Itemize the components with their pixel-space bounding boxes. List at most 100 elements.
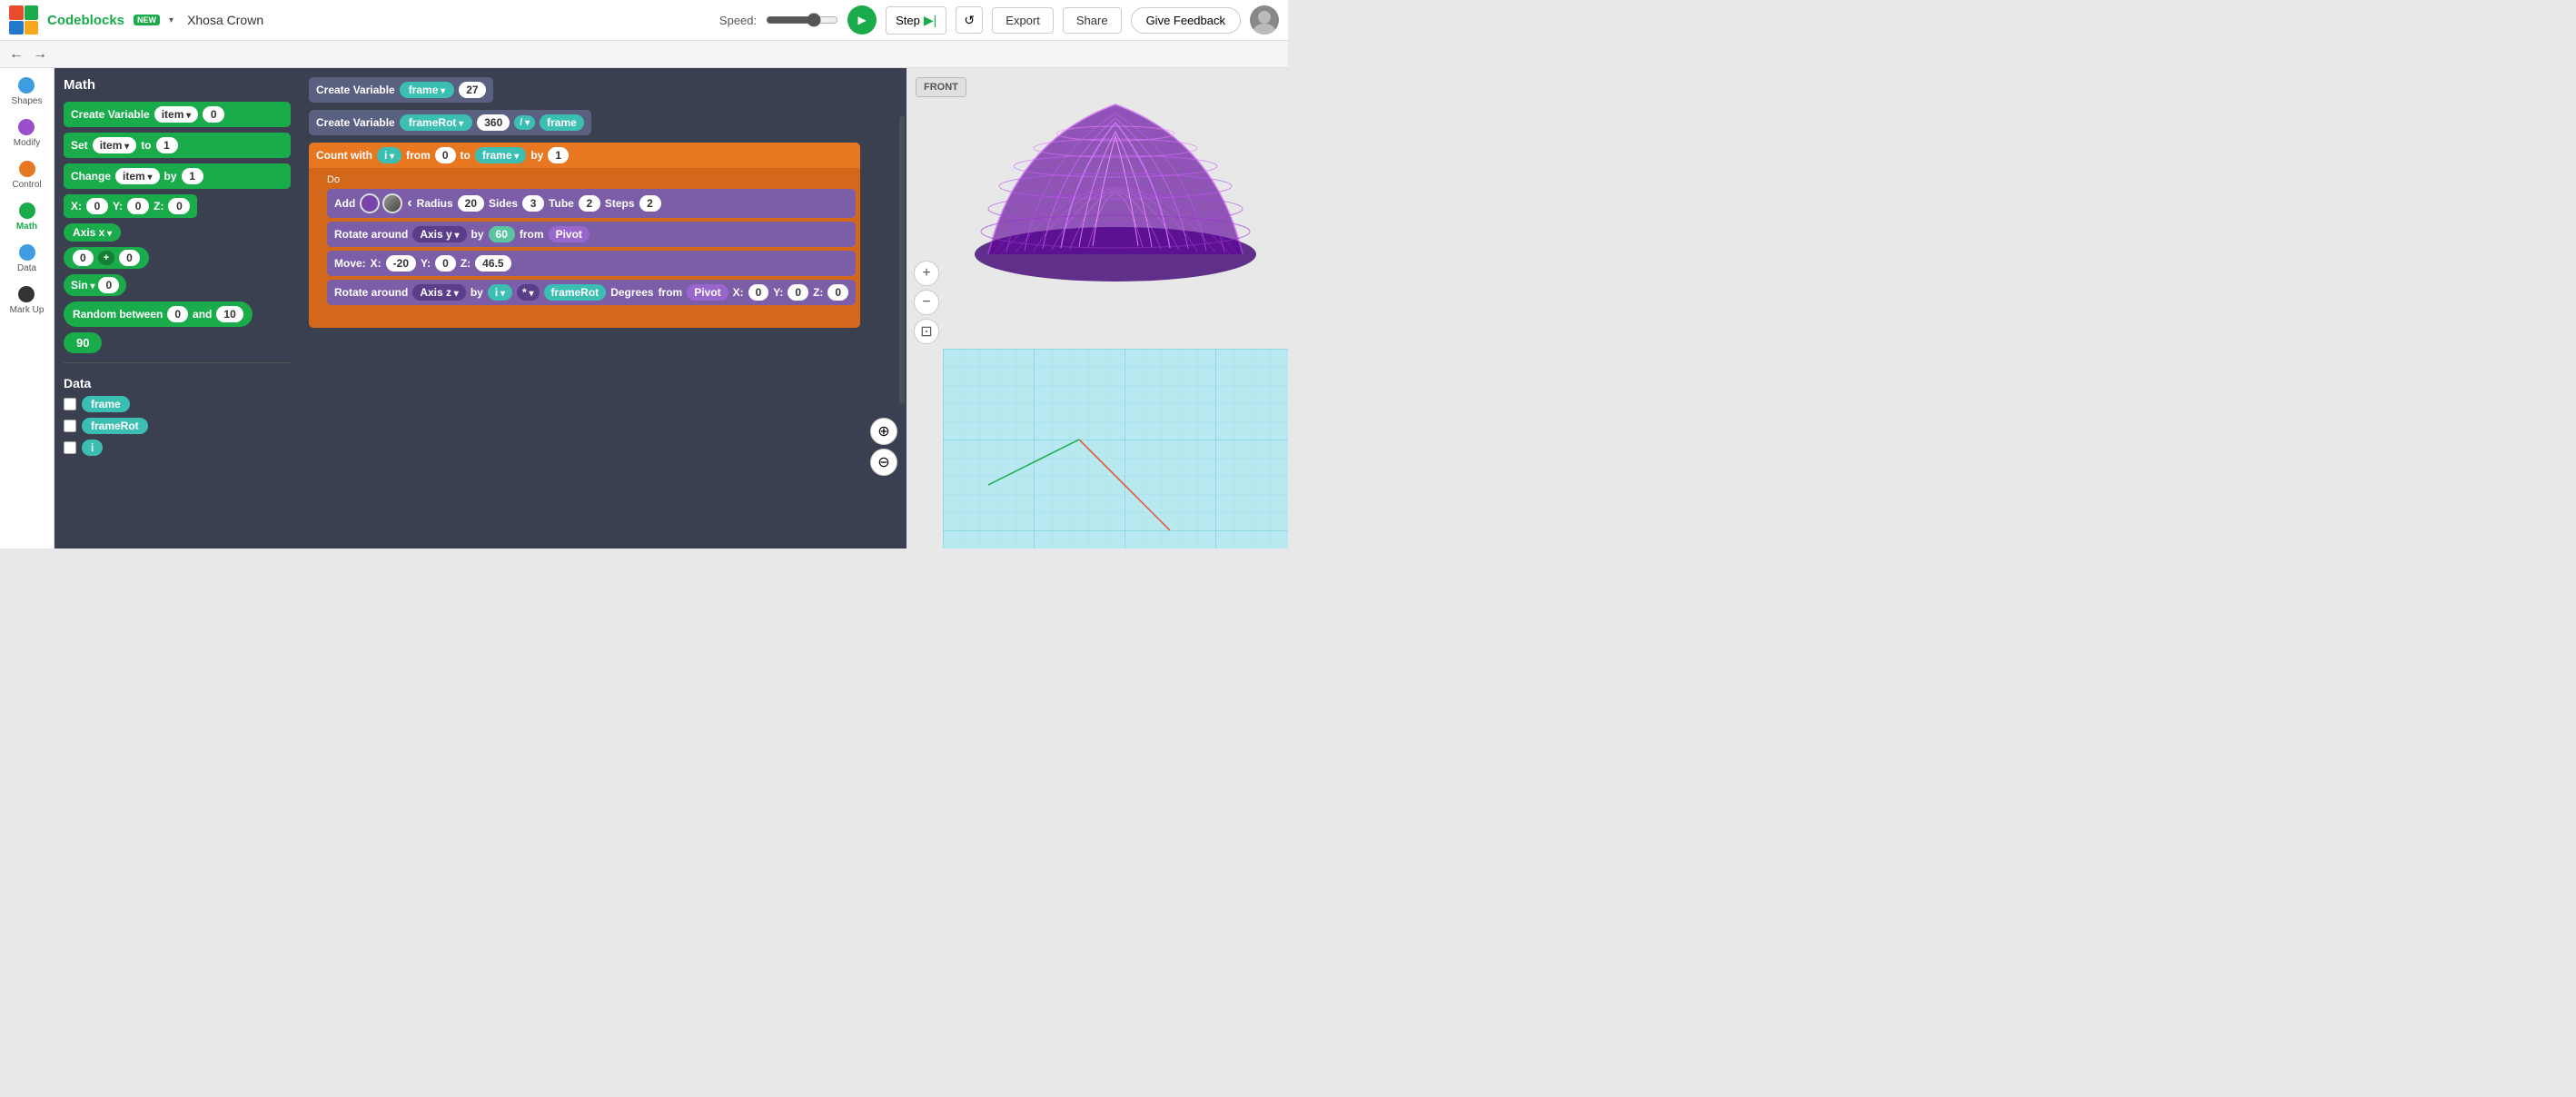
forward-button[interactable]: →	[33, 46, 47, 63]
play-button[interactable]: ▶	[847, 5, 877, 35]
cv-div-op[interactable]: /	[514, 115, 535, 130]
rotate2-pivot[interactable]: Pivot	[687, 284, 728, 301]
cv-framerot-name[interactable]: frameRot	[400, 114, 473, 131]
rotate2-framerot[interactable]: frameRot	[544, 284, 607, 301]
value-90[interactable]: 90	[64, 332, 102, 353]
count-to-var[interactable]: frame	[475, 147, 527, 163]
count-from: from	[406, 149, 431, 162]
random-block[interactable]: Random between 0 and 10	[64, 301, 253, 327]
canvas-rotate-z[interactable]: Rotate around Axis z by i * frameRot Deg…	[327, 280, 856, 305]
step-button[interactable]: Step ▶|	[886, 6, 946, 35]
random-min[interactable]: 0	[167, 306, 188, 322]
change-label: Change	[71, 170, 111, 183]
shapes-dot	[18, 77, 35, 94]
radius-label: Radius	[417, 197, 453, 210]
frame-checkbox[interactable]	[64, 398, 76, 410]
canvas-cv-framerot[interactable]: Create Variable frameRot 360 / frame	[309, 110, 591, 135]
create-variable-block[interactable]: Create Variable item 0	[64, 102, 291, 127]
xyz-x-val[interactable]: 0	[86, 198, 108, 214]
move-x-label: X:	[371, 257, 381, 270]
code-canvas[interactable]: Create Variable frame 27 Create Variable…	[300, 68, 907, 548]
view3d-zoom-out[interactable]: −	[914, 290, 939, 315]
canvas-add[interactable]: Add ‹ Radius 20 Sides 3 Tube 2 Steps 2	[327, 189, 856, 218]
cv-frame-var[interactable]: frame	[540, 114, 584, 131]
radius-val[interactable]: 20	[458, 195, 484, 212]
canvas-rotate-y[interactable]: Rotate around Axis y by 60 from Pivot	[327, 222, 856, 247]
sides-val[interactable]: 3	[522, 195, 544, 212]
sidebar-item-modify[interactable]: Modify	[14, 119, 40, 148]
framerot-checkbox[interactable]	[64, 420, 76, 432]
set-block[interactable]: Set item to 1	[64, 133, 291, 158]
create-variable-value[interactable]: 0	[203, 106, 224, 123]
set-name[interactable]: item	[93, 137, 137, 153]
sidebar-item-control[interactable]: Control	[12, 161, 41, 190]
count-from-val[interactable]: 0	[435, 147, 456, 163]
cv-360[interactable]: 360	[477, 114, 510, 131]
change-block[interactable]: Change item by 1	[64, 163, 291, 189]
sidebar-item-markup[interactable]: Mark Up	[10, 286, 45, 315]
rotate-axis-y[interactable]: Axis y	[412, 226, 466, 242]
data-section-title: Data	[64, 376, 291, 390]
rotate2-axis-z[interactable]: Axis z	[412, 284, 466, 301]
reset-button[interactable]: ↺	[956, 6, 983, 34]
sin-block[interactable]: Sin 0	[64, 274, 126, 296]
xyz-y-val[interactable]: 0	[127, 198, 149, 214]
random-max[interactable]: 10	[216, 306, 243, 322]
xyz-z-val[interactable]: 0	[168, 198, 190, 214]
rotate-label: Rotate around	[334, 228, 408, 241]
view3d-zoom-fit[interactable]: ⊡	[914, 319, 939, 344]
rotate2-z-val[interactable]: 0	[827, 284, 848, 301]
scrollbar[interactable]	[899, 116, 905, 404]
tube-val[interactable]: 2	[579, 195, 600, 212]
sidebar-item-shapes[interactable]: Shapes	[12, 77, 43, 106]
set-value[interactable]: 1	[156, 137, 178, 153]
op-left[interactable]: 0	[73, 250, 94, 266]
canvas-zoom-in[interactable]: ⊕	[870, 418, 897, 445]
i-badge[interactable]: i	[82, 440, 103, 456]
move-y-val[interactable]: 0	[435, 255, 456, 272]
canvas-zoom-out[interactable]: ⊖	[870, 449, 897, 476]
modify-label: Modify	[14, 138, 40, 148]
speed-slider[interactable]	[766, 13, 838, 27]
sidebar-item-math[interactable]: Math	[16, 203, 37, 232]
sin-label[interactable]: Sin	[71, 279, 94, 292]
rotate2-x-val[interactable]: 0	[748, 284, 769, 301]
operator-block[interactable]: 0 + 0	[64, 247, 149, 269]
canvas-move[interactable]: Move: X: -20 Y: 0 Z: 46.5	[327, 251, 856, 276]
move-y-label: Y:	[421, 257, 431, 270]
rotate2-mult[interactable]: *	[517, 284, 539, 301]
count-by-val[interactable]: 1	[548, 147, 569, 163]
create-variable-name[interactable]: item	[154, 106, 199, 123]
canvas-count[interactable]: Count with i from 0 to frame by 1 Do Add	[309, 143, 860, 328]
view3d-zoom-in[interactable]: +	[914, 261, 939, 286]
op-right[interactable]: 0	[119, 250, 140, 266]
share-button[interactable]: Share	[1063, 7, 1122, 34]
rotate2-y-val[interactable]: 0	[788, 284, 808, 301]
canvas-cv-frame[interactable]: Create Variable frame 27	[309, 77, 493, 103]
sin-val[interactable]: 0	[98, 277, 119, 293]
rotate2-i-var[interactable]: i	[488, 284, 512, 301]
rotate-pivot[interactable]: Pivot	[549, 226, 590, 242]
sidebar-item-data[interactable]: Data	[17, 244, 36, 273]
count-i-var[interactable]: i	[377, 147, 401, 163]
frame-badge[interactable]: frame	[82, 396, 130, 412]
change-value[interactable]: 1	[182, 168, 203, 184]
steps-val[interactable]: 2	[639, 195, 661, 212]
give-feedback-button[interactable]: Give Feedback	[1131, 7, 1241, 34]
move-x-val[interactable]: -20	[386, 255, 416, 272]
brand-dropdown[interactable]: ▾	[169, 15, 173, 25]
axis-block[interactable]: Axis x	[64, 223, 121, 242]
back-button[interactable]: ←	[9, 46, 24, 63]
i-checkbox[interactable]	[64, 441, 76, 454]
cv-frame-val[interactable]: 27	[459, 82, 485, 98]
rotate2-label: Rotate around	[334, 286, 408, 299]
move-z-val[interactable]: 46.5	[475, 255, 510, 272]
xyz-block[interactable]: X: 0 Y: 0 Z: 0	[64, 194, 197, 218]
op-plus[interactable]: +	[98, 251, 114, 265]
change-name[interactable]: item	[115, 168, 160, 184]
framerot-badge[interactable]: frameRot	[82, 418, 148, 434]
axis-label[interactable]: Axis x	[73, 226, 112, 239]
export-button[interactable]: Export	[992, 7, 1054, 34]
cv-frame-name[interactable]: frame	[400, 82, 455, 98]
rotate-degrees[interactable]: 60	[489, 226, 515, 242]
